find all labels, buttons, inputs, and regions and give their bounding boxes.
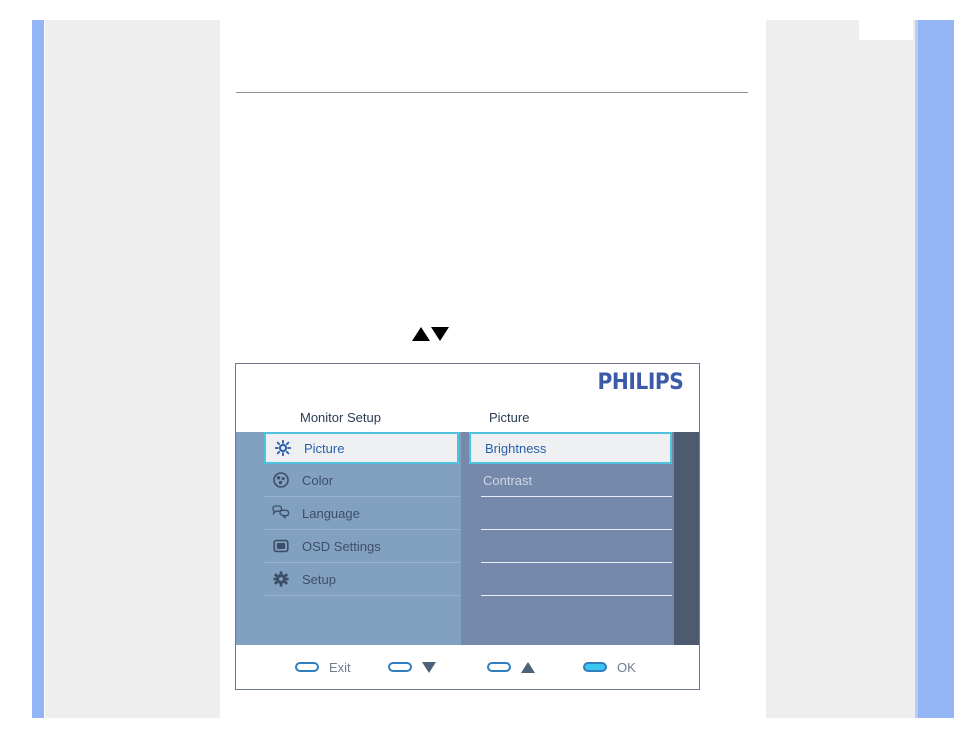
footer-button-exit[interactable]: Exit [295, 660, 351, 675]
footer-button-up[interactable] [487, 661, 535, 673]
osd-submenu-column: Brightness Contrast [461, 432, 674, 645]
tab-picture[interactable]: Picture [489, 410, 529, 425]
menu-separator [264, 595, 459, 596]
menu-item-label: Color [302, 472, 334, 488]
footer-button-down[interactable] [388, 661, 436, 673]
menu-item-label: Picture [304, 440, 345, 456]
menu-item-language[interactable]: Language [264, 497, 459, 529]
right-accent-bar [918, 20, 954, 718]
triangle-down-icon [431, 327, 449, 341]
osd-body: Picture Color Language OSD Settings Setu… [236, 432, 699, 645]
gear-icon [268, 571, 294, 587]
menu-item-label: Language [302, 505, 360, 521]
triangle-up-icon [412, 327, 430, 341]
osd-tab-row: Monitor Setup Picture [236, 406, 699, 432]
submenu-item-empty[interactable] [461, 563, 674, 595]
submenu-item-empty[interactable] [461, 497, 674, 529]
submenu-item-label: Contrast [483, 472, 533, 488]
triangle-down-icon [422, 661, 436, 673]
horizontal-divider [236, 92, 748, 93]
menu-item-label: Setup [302, 571, 336, 587]
speech-bubble-icon [268, 505, 294, 521]
button-pill-icon [295, 662, 319, 672]
osd-menu-column: Picture Color Language OSD Settings Setu… [236, 432, 461, 645]
monitor-icon [268, 538, 294, 554]
color-wheel-icon [268, 472, 294, 488]
right-content-panel [766, 20, 917, 718]
menu-item-picture[interactable]: Picture [264, 432, 459, 464]
right-panel-notch [859, 20, 913, 40]
osd-dialog: PHILIPS Monitor Setup Picture Picture Co… [235, 363, 700, 690]
menu-item-setup[interactable]: Setup [264, 563, 459, 595]
button-pill-icon [583, 662, 607, 672]
submenu-item-empty[interactable] [461, 530, 674, 562]
footer-button-label: OK [617, 659, 636, 675]
left-accent-bar [32, 20, 44, 718]
navigation-arrow-hint [412, 327, 449, 341]
footer-button-ok[interactable]: OK [583, 660, 636, 675]
osd-header: PHILIPS [236, 364, 699, 406]
submenu-item-empty[interactable] [461, 596, 674, 628]
tab-monitor-setup[interactable]: Monitor Setup [300, 410, 381, 425]
menu-item-osd-settings[interactable]: OSD Settings [264, 530, 459, 562]
button-pill-icon [388, 662, 412, 672]
triangle-up-icon [521, 661, 535, 673]
osd-edge-strip [674, 432, 699, 645]
menu-item-color[interactable]: Color [264, 464, 459, 496]
menu-item-label: OSD Settings [302, 538, 381, 554]
submenu-item-label: Brightness [485, 440, 547, 456]
submenu-item-brightness[interactable]: Brightness [469, 432, 672, 464]
left-content-panel [45, 20, 220, 718]
submenu-item-contrast[interactable]: Contrast [469, 464, 672, 496]
osd-footer: Exit OK [236, 645, 699, 689]
brightness-icon [270, 440, 296, 456]
footer-button-label: Exit [329, 659, 351, 675]
button-pill-icon [487, 662, 511, 672]
philips-logo: PHILIPS [597, 370, 683, 395]
